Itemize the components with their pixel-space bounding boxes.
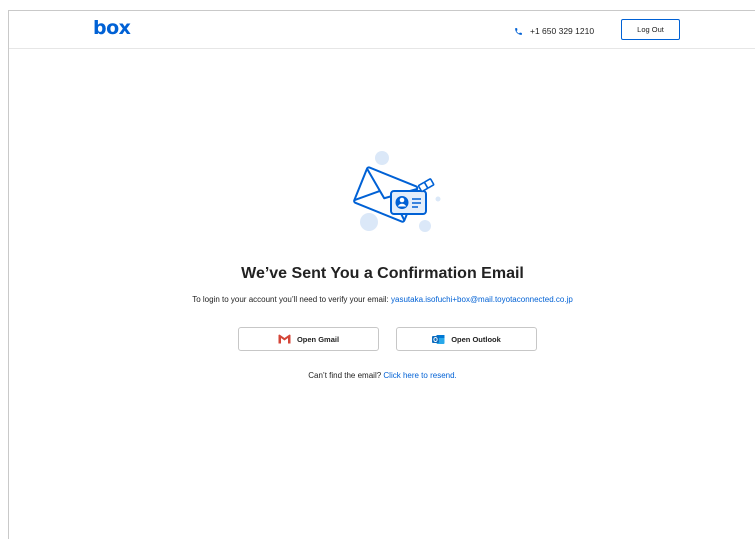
open-gmail-button[interactable]: Open Gmail [238, 327, 379, 351]
logout-button[interactable]: Log Out [621, 19, 680, 40]
top-header: box +1 650 329 1210 Log Out [9, 11, 755, 49]
resend-prompt: Can’t find the email? Click here to rese… [9, 371, 755, 380]
support-phone: +1 650 329 1210 [514, 24, 594, 38]
email-envelope-illustration [353, 151, 441, 232]
resend-link[interactable]: Click here to resend. [383, 371, 456, 380]
user-email: yasutaka.isofuchi+box@mail.toyotaconnect… [391, 295, 573, 304]
gmail-icon [277, 334, 291, 344]
open-gmail-label: Open Gmail [296, 334, 340, 344]
verify-text: To login to your account you’ll need to … [192, 295, 391, 304]
outlook-icon [432, 334, 445, 344]
verify-instructions: To login to your account you’ll need to … [9, 295, 755, 304]
open-outlook-label: Open Outlook [451, 334, 501, 344]
open-outlook-button[interactable]: Open Outlook [396, 327, 537, 351]
box-logo[interactable]: box [93, 17, 131, 39]
phone-icon [515, 27, 522, 35]
resend-text: Can’t find the email? [308, 371, 384, 380]
phone-number: +1 650 329 1210 [530, 26, 595, 36]
browser-page: box +1 650 329 1210 Log Out We’ve Sent Y… [8, 10, 755, 539]
page-title: We’ve Sent You a Confirmation Email [241, 265, 524, 282]
